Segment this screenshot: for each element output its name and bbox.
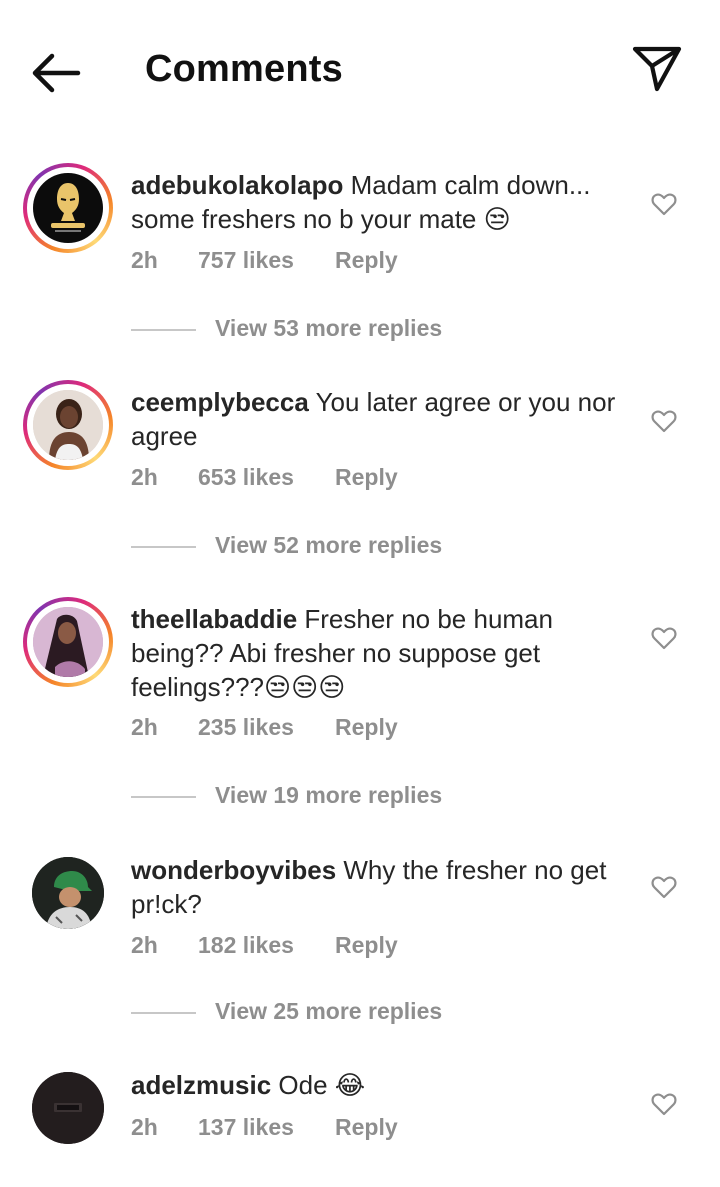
comment-time: 2h bbox=[131, 714, 158, 740]
view-replies-button[interactable]: View 52 more replies bbox=[131, 532, 531, 562]
like-count[interactable]: 137 likes bbox=[198, 1114, 294, 1141]
logo-icon bbox=[51, 183, 85, 232]
person-photo-icon bbox=[33, 390, 103, 460]
comment-time: 2h bbox=[131, 464, 158, 490]
heart-icon[interactable] bbox=[651, 1092, 677, 1116]
avatar[interactable] bbox=[23, 848, 113, 938]
comment-body: Ode bbox=[278, 1070, 328, 1100]
view-replies-button[interactable]: View 53 more replies bbox=[131, 315, 531, 345]
avatar[interactable] bbox=[23, 1063, 113, 1153]
comment-text: ceemplybecca You later agree or you nor … bbox=[131, 385, 626, 453]
view-replies-button[interactable]: View 25 more replies bbox=[131, 998, 531, 1028]
comment-item: adebukolakolapo Madam calm down... some … bbox=[0, 160, 720, 350]
avatar[interactable] bbox=[23, 380, 113, 470]
arrow-left-icon[interactable] bbox=[28, 50, 84, 96]
comment-item: adelzmusic Ode 😂 2h 137 likes Reply bbox=[0, 1062, 720, 1172]
comment-text: adelzmusic Ode 😂 bbox=[131, 1068, 626, 1102]
comment-text: adebukolakolapo Madam calm down... some … bbox=[131, 168, 626, 236]
comment-username[interactable]: wonderboyvibes bbox=[131, 855, 336, 885]
like-count[interactable]: 757 likes bbox=[198, 247, 294, 274]
divider bbox=[131, 546, 196, 548]
comment-text: wonderboyvibes Why the fresher no get pr… bbox=[131, 853, 626, 921]
heart-icon[interactable] bbox=[651, 409, 677, 433]
emoji-laughing: 😂 bbox=[334, 1070, 366, 1100]
view-replies-label: View 53 more replies bbox=[215, 315, 443, 341]
reply-button[interactable]: Reply bbox=[335, 247, 398, 274]
comment-username[interactable]: adebukolakolapo bbox=[131, 170, 343, 200]
view-replies-label: View 25 more replies bbox=[215, 998, 443, 1024]
reply-button[interactable]: Reply bbox=[335, 1114, 398, 1141]
view-replies-label: View 52 more replies bbox=[215, 532, 443, 558]
reply-button[interactable]: Reply bbox=[335, 932, 398, 959]
comment-time: 2h bbox=[131, 1114, 158, 1140]
comment-item: theellabaddie Fresher no be human being?… bbox=[0, 594, 720, 819]
like-count[interactable]: 653 likes bbox=[198, 464, 294, 491]
reply-button[interactable]: Reply bbox=[335, 464, 398, 491]
emoji-unamused: 😒 bbox=[483, 204, 511, 234]
person-photo-icon bbox=[32, 857, 104, 929]
logo-icon bbox=[32, 1072, 104, 1144]
header-bar: Comments bbox=[0, 0, 720, 140]
heart-icon[interactable] bbox=[651, 626, 677, 650]
view-replies-label: View 19 more replies bbox=[215, 782, 443, 808]
heart-icon[interactable] bbox=[651, 875, 677, 899]
emoji-unamused: 😒😒😒 bbox=[264, 672, 346, 702]
view-replies-button[interactable]: View 19 more replies bbox=[131, 782, 531, 812]
comment-time: 2h bbox=[131, 932, 158, 958]
divider bbox=[131, 796, 196, 798]
comment-time: 2h bbox=[131, 247, 158, 273]
divider bbox=[131, 1012, 196, 1014]
comment-username[interactable]: ceemplybecca bbox=[131, 387, 309, 417]
paper-plane-icon[interactable] bbox=[630, 44, 684, 94]
divider bbox=[131, 329, 196, 331]
heart-icon[interactable] bbox=[651, 192, 677, 216]
person-photo-icon bbox=[33, 607, 103, 677]
comment-item: ceemplybecca You later agree or you nor … bbox=[0, 377, 720, 567]
avatar[interactable] bbox=[23, 597, 113, 687]
comment-username[interactable]: adelzmusic bbox=[131, 1070, 271, 1100]
like-count[interactable]: 235 likes bbox=[198, 714, 294, 741]
comment-item: wonderboyvibes Why the fresher no get pr… bbox=[0, 845, 720, 1035]
avatar[interactable] bbox=[23, 163, 113, 253]
page-title: Comments bbox=[145, 48, 343, 90]
like-count[interactable]: 182 likes bbox=[198, 932, 294, 959]
reply-button[interactable]: Reply bbox=[335, 714, 398, 741]
comment-text: theellabaddie Fresher no be human being?… bbox=[131, 602, 626, 704]
comment-username[interactable]: theellabaddie bbox=[131, 604, 297, 634]
